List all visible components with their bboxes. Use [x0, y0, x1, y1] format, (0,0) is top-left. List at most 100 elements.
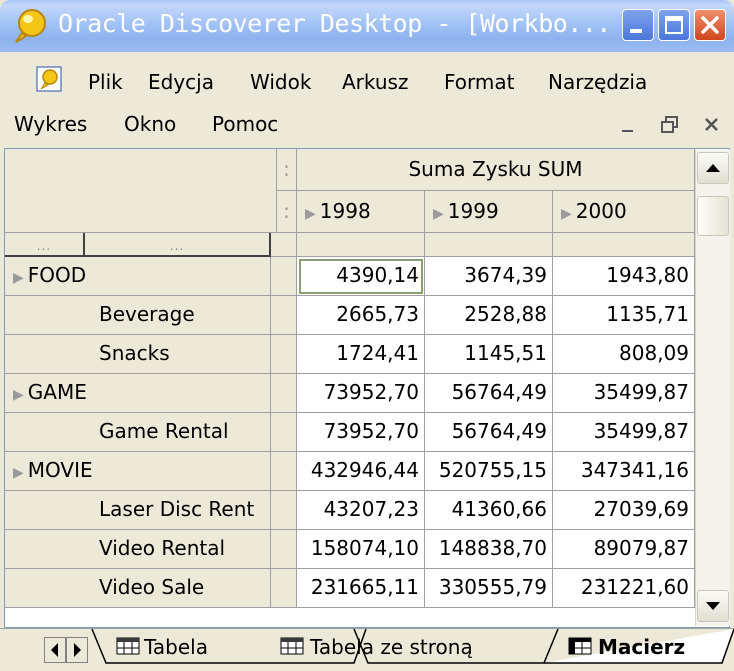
- menu-widok[interactable]: Widok: [250, 70, 311, 94]
- menu-pomoc[interactable]: Pomoc: [212, 112, 278, 136]
- row-axis-handle-1[interactable]: ...: [5, 233, 85, 257]
- data-cell[interactable]: 330555,79: [425, 569, 553, 608]
- expand-arrow-icon[interactable]: ▶: [13, 465, 24, 481]
- table-sheet-icon: [116, 637, 140, 655]
- minimize-icon: [622, 130, 633, 132]
- data-cell[interactable]: 27039,69: [553, 491, 695, 530]
- tab-scroll-left-button[interactable]: [44, 637, 66, 663]
- window-title: Oracle Discoverer Desktop - [Workbo...: [58, 9, 611, 38]
- row-header[interactable]: ▶ MOVIE: [5, 452, 271, 491]
- row-header[interactable]: ▶ FOOD: [5, 257, 271, 296]
- data-cell[interactable]: 1145,51: [425, 335, 553, 374]
- close-button[interactable]: [694, 9, 726, 41]
- menu-plik[interactable]: Plik: [88, 70, 123, 94]
- title-bar[interactable]: Oracle Discoverer Desktop - [Workbo...: [0, 0, 734, 52]
- arrow-right-icon: [74, 643, 81, 657]
- data-cell[interactable]: 1724,41: [297, 335, 425, 374]
- row-header[interactable]: Beverage: [5, 296, 271, 335]
- mdi-restore-button[interactable]: [656, 112, 684, 138]
- crosstab-grid: : : Suma Zysku SUM ▶ 1998 ▶ 1999 ▶ 2000 ...…: [4, 148, 730, 628]
- vertical-scrollbar[interactable]: [695, 150, 730, 626]
- data-cell[interactable]: 347341,16: [553, 452, 695, 491]
- column-handle-2[interactable]: :: [277, 191, 297, 233]
- data-cell[interactable]: 520755,15: [425, 452, 553, 491]
- menu-arkusz[interactable]: Arkusz: [342, 70, 408, 94]
- data-cell[interactable]: 56764,49: [425, 413, 553, 452]
- blank-header-cell: [297, 233, 425, 257]
- blank-header-cell: [553, 233, 695, 257]
- column-header-1998[interactable]: ▶ 1998: [297, 191, 425, 233]
- tab-tabela[interactable]: Tabela: [110, 629, 250, 663]
- column-header-1999[interactable]: ▶ 1999: [425, 191, 553, 233]
- data-cell[interactable]: 1943,80: [553, 257, 695, 296]
- crosstab-sheet-icon: [568, 637, 592, 655]
- data-cell[interactable]: 43207,23: [297, 491, 425, 530]
- minimize-icon: [630, 29, 642, 33]
- data-cell[interactable]: 35499,87: [553, 413, 695, 452]
- arrow-down-icon: [706, 602, 720, 610]
- tab-macierz[interactable]: Macierz: [562, 629, 722, 663]
- expand-arrow-icon[interactable]: ▶: [305, 206, 316, 222]
- data-cell[interactable]: 41360,66: [425, 491, 553, 530]
- data-cell[interactable]: 2528,88: [425, 296, 553, 335]
- row-header[interactable]: ▶ GAME: [5, 374, 271, 413]
- mdi-close-button[interactable]: [698, 112, 726, 138]
- data-cell[interactable]: 3674,39: [425, 257, 553, 296]
- row-header[interactable]: Video Sale: [5, 569, 271, 608]
- expand-arrow-icon[interactable]: ▶: [433, 206, 444, 222]
- data-cell[interactable]: 1135,71: [553, 296, 695, 335]
- corner-header: [5, 149, 277, 233]
- selected-data-cell[interactable]: 4390,14: [297, 257, 425, 296]
- maximize-icon: [665, 16, 683, 34]
- data-cell[interactable]: 2665,73: [297, 296, 425, 335]
- row-header[interactable]: Game Rental: [5, 413, 271, 452]
- tab-tabela-ze-strona[interactable]: Tabela ze stroną: [280, 629, 576, 663]
- data-cell[interactable]: 56764,49: [425, 374, 553, 413]
- row-spacer: [271, 257, 297, 296]
- row-spacer: [271, 530, 297, 569]
- scroll-up-button[interactable]: [697, 152, 729, 184]
- scroll-down-button[interactable]: [697, 590, 729, 622]
- menu-format[interactable]: Format: [444, 70, 514, 94]
- row-header[interactable]: Laser Disc Rent: [5, 491, 271, 530]
- menu-okno[interactable]: Okno: [124, 112, 176, 136]
- data-cell[interactable]: 35499,87: [553, 374, 695, 413]
- menu-wykres[interactable]: Wykres: [14, 112, 87, 136]
- mdi-minimize-button[interactable]: [614, 112, 642, 138]
- column-handle-1[interactable]: :: [277, 149, 297, 191]
- tab-scroll-right-button[interactable]: [66, 637, 88, 663]
- sheet-tab-strip: Tabela Tabela ze stroną Macierz: [0, 628, 734, 671]
- data-cell[interactable]: 432946,44: [297, 452, 425, 491]
- data-cell[interactable]: 89079,87: [553, 530, 695, 569]
- data-cell[interactable]: 73952,70: [297, 413, 425, 452]
- data-cell[interactable]: 231221,60: [553, 569, 695, 608]
- data-cell[interactable]: 231665,11: [297, 569, 425, 608]
- row-header[interactable]: Video Rental: [5, 530, 271, 569]
- data-cell[interactable]: 808,09: [553, 335, 695, 374]
- row-axis-handle-2[interactable]: ...: [85, 233, 271, 257]
- scroll-thumb[interactable]: [697, 196, 729, 236]
- menu-edycja[interactable]: Edycja: [148, 70, 214, 94]
- restore-icon: [661, 116, 678, 133]
- arrow-up-icon: [706, 164, 720, 172]
- column-header-2000[interactable]: ▶ 2000: [553, 191, 695, 233]
- menu-narzedzia[interactable]: Narzędzia: [548, 70, 647, 94]
- minimize-button[interactable]: [622, 9, 654, 41]
- expand-arrow-icon[interactable]: ▶: [13, 387, 24, 403]
- arrow-left-icon: [51, 643, 58, 657]
- close-icon: [701, 16, 719, 34]
- row-spacer: [271, 374, 297, 413]
- row-spacer: [271, 569, 297, 608]
- table-sheet-icon: [280, 637, 304, 655]
- measure-header[interactable]: Suma Zysku SUM: [297, 149, 695, 191]
- expand-arrow-icon[interactable]: ▶: [561, 206, 572, 222]
- data-cell[interactable]: 73952,70: [297, 374, 425, 413]
- oracle-discoverer-bulb-icon: [15, 9, 46, 43]
- row-spacer: [271, 296, 297, 335]
- expand-arrow-icon[interactable]: ▶: [13, 270, 24, 286]
- maximize-button[interactable]: [658, 9, 690, 41]
- data-cell[interactable]: 148838,70: [425, 530, 553, 569]
- menu-bar: Plik Edycja Widok Arkusz Format Narzędzi…: [0, 60, 734, 100]
- data-cell[interactable]: 158074,10: [297, 530, 425, 569]
- row-header[interactable]: Snacks: [5, 335, 271, 374]
